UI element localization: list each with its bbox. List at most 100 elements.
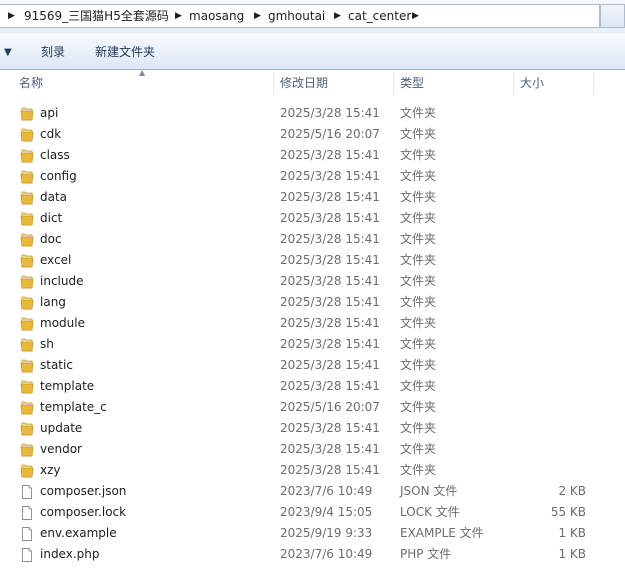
file-name: template (40, 379, 95, 393)
file-type: 文件夹 (400, 379, 437, 393)
file-type: PHP 文件 (400, 547, 452, 561)
folder-icon (19, 316, 35, 332)
file-icon (19, 526, 35, 542)
file-icon (19, 547, 35, 563)
file-row[interactable]: module 2025/3/28 15:41 文件夹 (0, 313, 600, 334)
column-divider[interactable] (593, 72, 594, 94)
file-row[interactable]: static 2025/3/28 15:41 文件夹 (0, 355, 600, 376)
folder-icon (19, 169, 35, 185)
file-modified-date: 2025/3/28 15:41 (280, 190, 380, 204)
file-modified-date: 2023/7/6 10:49 (280, 484, 373, 498)
column-divider[interactable] (513, 72, 514, 94)
file-modified-date: 2025/3/28 15:41 (280, 379, 380, 393)
file-type: 文件夹 (400, 190, 437, 204)
chevron-down-icon[interactable]: ▶ (412, 5, 419, 27)
column-header-date[interactable]: 修改日期 (280, 70, 328, 96)
column-divider[interactable] (393, 72, 394, 94)
file-modified-date: 2023/9/4 15:05 (280, 505, 373, 519)
breadcrumb[interactable]: ▶ 91569_三国猫H5全套源码 ▶ maosang ▶ gmhoutai ▶… (0, 4, 600, 28)
file-modified-date: 2025/3/28 15:41 (280, 337, 380, 351)
folder-icon (19, 253, 35, 269)
folder-icon (19, 400, 35, 416)
folder-icon (19, 148, 35, 164)
file-type: 文件夹 (400, 463, 437, 477)
file-type: 文件夹 (400, 442, 437, 456)
file-name: static (40, 358, 73, 372)
file-row[interactable]: vendor 2025/3/28 15:41 文件夹 (0, 439, 600, 460)
chevron-right-icon[interactable]: ▶ (254, 5, 261, 27)
file-row[interactable]: doc 2025/3/28 15:41 文件夹 (0, 229, 600, 250)
file-type: 文件夹 (400, 106, 437, 120)
file-type: 文件夹 (400, 295, 437, 309)
file-row[interactable]: xzy 2025/3/28 15:41 文件夹 (0, 460, 600, 481)
file-row[interactable]: composer.json 2023/7/6 10:49 JSON 文件 2 KB (0, 481, 600, 502)
file-row[interactable]: cdk 2025/5/16 20:07 文件夹 (0, 124, 600, 145)
column-header-type[interactable]: 类型 (400, 70, 424, 96)
new-folder-button[interactable]: 新建文件夹 (95, 35, 155, 70)
file-name: env.example (40, 526, 117, 540)
chevron-right-icon[interactable]: ▶ (175, 5, 182, 27)
file-type: 文件夹 (400, 169, 437, 183)
file-row[interactable]: config 2025/3/28 15:41 文件夹 (0, 166, 600, 187)
file-row[interactable]: excel 2025/3/28 15:41 文件夹 (0, 250, 600, 271)
folder-icon (19, 190, 35, 206)
file-row[interactable]: sh 2025/3/28 15:41 文件夹 (0, 334, 600, 355)
address-bar: ▶ 91569_三国猫H5全套源码 ▶ maosang ▶ gmhoutai ▶… (0, 0, 625, 34)
burn-button[interactable]: 刻录 (41, 35, 65, 70)
file-size: 2 KB (558, 484, 586, 498)
column-header-name[interactable]: 名称 (19, 70, 43, 96)
file-name: dict (40, 211, 63, 225)
file-size: 1 KB (558, 526, 586, 540)
file-row[interactable]: template 2025/3/28 15:41 文件夹 (0, 376, 600, 397)
file-type: LOCK 文件 (400, 505, 460, 519)
file-modified-date: 2025/3/28 15:41 (280, 232, 380, 246)
file-type: 文件夹 (400, 211, 437, 225)
column-divider[interactable] (273, 72, 274, 94)
organize-dropdown-icon[interactable]: ▼ (4, 35, 12, 70)
breadcrumb-item-cat-center[interactable]: cat_center (348, 5, 411, 27)
file-row[interactable]: composer.lock 2023/9/4 15:05 LOCK 文件 55 KB (0, 502, 600, 523)
file-modified-date: 2025/3/28 15:41 (280, 211, 380, 225)
breadcrumb-item-maosang[interactable]: maosang (189, 5, 244, 27)
breadcrumb-item-root[interactable]: 91569_三国猫H5全套源码 (24, 5, 169, 27)
file-modified-date: 2025/3/28 15:41 (280, 106, 380, 120)
file-name: doc (40, 232, 62, 246)
file-name: data (40, 190, 68, 204)
file-name: xzy (40, 463, 61, 477)
file-row[interactable]: env.example 2025/9/19 9:33 EXAMPLE 文件 1 KB (0, 523, 600, 544)
file-name: template_c (40, 400, 107, 414)
file-row[interactable]: include 2025/3/28 15:41 文件夹 (0, 271, 600, 292)
file-row[interactable]: class 2025/3/28 15:41 文件夹 (0, 145, 600, 166)
folder-icon (19, 274, 35, 290)
file-name: update (40, 421, 83, 435)
refresh-button[interactable] (600, 4, 625, 28)
chevron-right-icon[interactable]: ▶ (8, 5, 15, 27)
file-row[interactable]: index.php 2023/7/6 10:49 PHP 文件 1 KB (0, 544, 600, 565)
file-modified-date: 2025/3/28 15:41 (280, 421, 380, 435)
file-modified-date: 2025/5/16 20:07 (280, 127, 380, 141)
file-row[interactable]: lang 2025/3/28 15:41 文件夹 (0, 292, 600, 313)
file-type: JSON 文件 (400, 484, 458, 498)
folder-icon (19, 337, 35, 353)
folder-icon (19, 421, 35, 437)
file-modified-date: 2025/3/28 15:41 (280, 442, 380, 456)
file-row[interactable]: update 2025/3/28 15:41 文件夹 (0, 418, 600, 439)
file-type: 文件夹 (400, 400, 437, 414)
folder-icon (19, 379, 35, 395)
command-bar: ▼ 刻录 新建文件夹 (0, 34, 625, 70)
file-type: 文件夹 (400, 253, 437, 267)
file-modified-date: 2025/3/28 15:41 (280, 274, 380, 288)
breadcrumb-item-gmhoutai[interactable]: gmhoutai (268, 5, 325, 27)
file-type: 文件夹 (400, 358, 437, 372)
column-header-size[interactable]: 大小 (520, 70, 544, 96)
file-row[interactable]: api 2025/3/28 15:41 文件夹 (0, 103, 600, 124)
file-row[interactable]: template_c 2025/5/16 20:07 文件夹 (0, 397, 600, 418)
file-icon (19, 484, 35, 500)
file-row[interactable]: dict 2025/3/28 15:41 文件夹 (0, 208, 600, 229)
chevron-right-icon[interactable]: ▶ (334, 5, 341, 27)
file-type: 文件夹 (400, 316, 437, 330)
file-row[interactable]: data 2025/3/28 15:41 文件夹 (0, 187, 600, 208)
file-name: index.php (40, 547, 100, 561)
file-icon (19, 505, 35, 521)
file-name: sh (40, 337, 54, 351)
